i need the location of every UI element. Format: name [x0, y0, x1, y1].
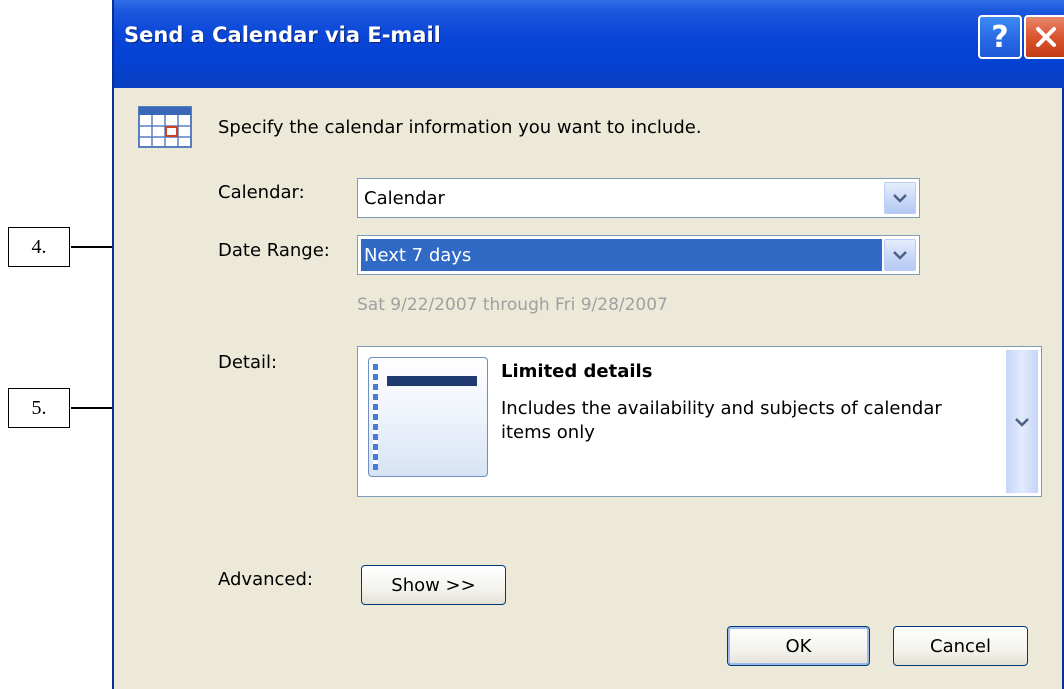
date-range-select-value: Next 7 days	[364, 245, 472, 266]
show-advanced-button[interactable]: Show >>	[361, 565, 506, 605]
date-range-label: Date Range:	[218, 240, 330, 261]
help-icon: ?	[991, 19, 1009, 55]
callout-5: 5.	[8, 388, 70, 428]
calendar-label: Calendar:	[218, 182, 305, 203]
calendar-select-value: Calendar	[364, 188, 445, 209]
instruction-text: Specify the calendar information you wan…	[218, 117, 702, 138]
window-title: Send a Calendar via E-mail	[124, 23, 441, 47]
help-button[interactable]: ?	[978, 15, 1022, 59]
detail-title: Limited details	[501, 361, 653, 382]
chevron-down-icon	[893, 251, 907, 260]
chevron-down-icon	[893, 194, 907, 203]
date-range-description: Sat 9/22/2007 through Fri 9/28/2007	[357, 295, 668, 315]
calendar-select[interactable]: Calendar	[357, 178, 920, 218]
calendar-icon	[138, 106, 192, 148]
detail-description: Includes the availability and subjects o…	[501, 398, 942, 443]
binding-strip	[373, 364, 378, 470]
detail-select[interactable]: Limited details Includes the availabilit…	[357, 346, 1042, 497]
close-icon	[1036, 27, 1056, 47]
close-button[interactable]	[1024, 15, 1064, 59]
callout-4: 4.	[8, 227, 70, 267]
callout-4-label: 4.	[31, 235, 47, 258]
detail-label: Detail:	[218, 352, 278, 373]
advanced-label: Advanced:	[218, 569, 313, 590]
preview-bar	[387, 376, 477, 386]
calendar-dropdown-button[interactable]	[884, 182, 916, 214]
detail-dropdown-button[interactable]	[1006, 350, 1038, 493]
cancel-button[interactable]: Cancel	[893, 626, 1028, 666]
date-range-dropdown-button[interactable]	[884, 239, 916, 271]
callout-5-label: 5.	[31, 396, 47, 419]
title-bar[interactable]: Send a Calendar via E-mail ?	[114, 0, 1064, 88]
chevron-down-icon	[1015, 417, 1029, 427]
ok-button[interactable]: OK	[727, 626, 870, 666]
detail-preview-icon	[368, 357, 488, 477]
date-range-select[interactable]: Next 7 days	[357, 235, 920, 275]
